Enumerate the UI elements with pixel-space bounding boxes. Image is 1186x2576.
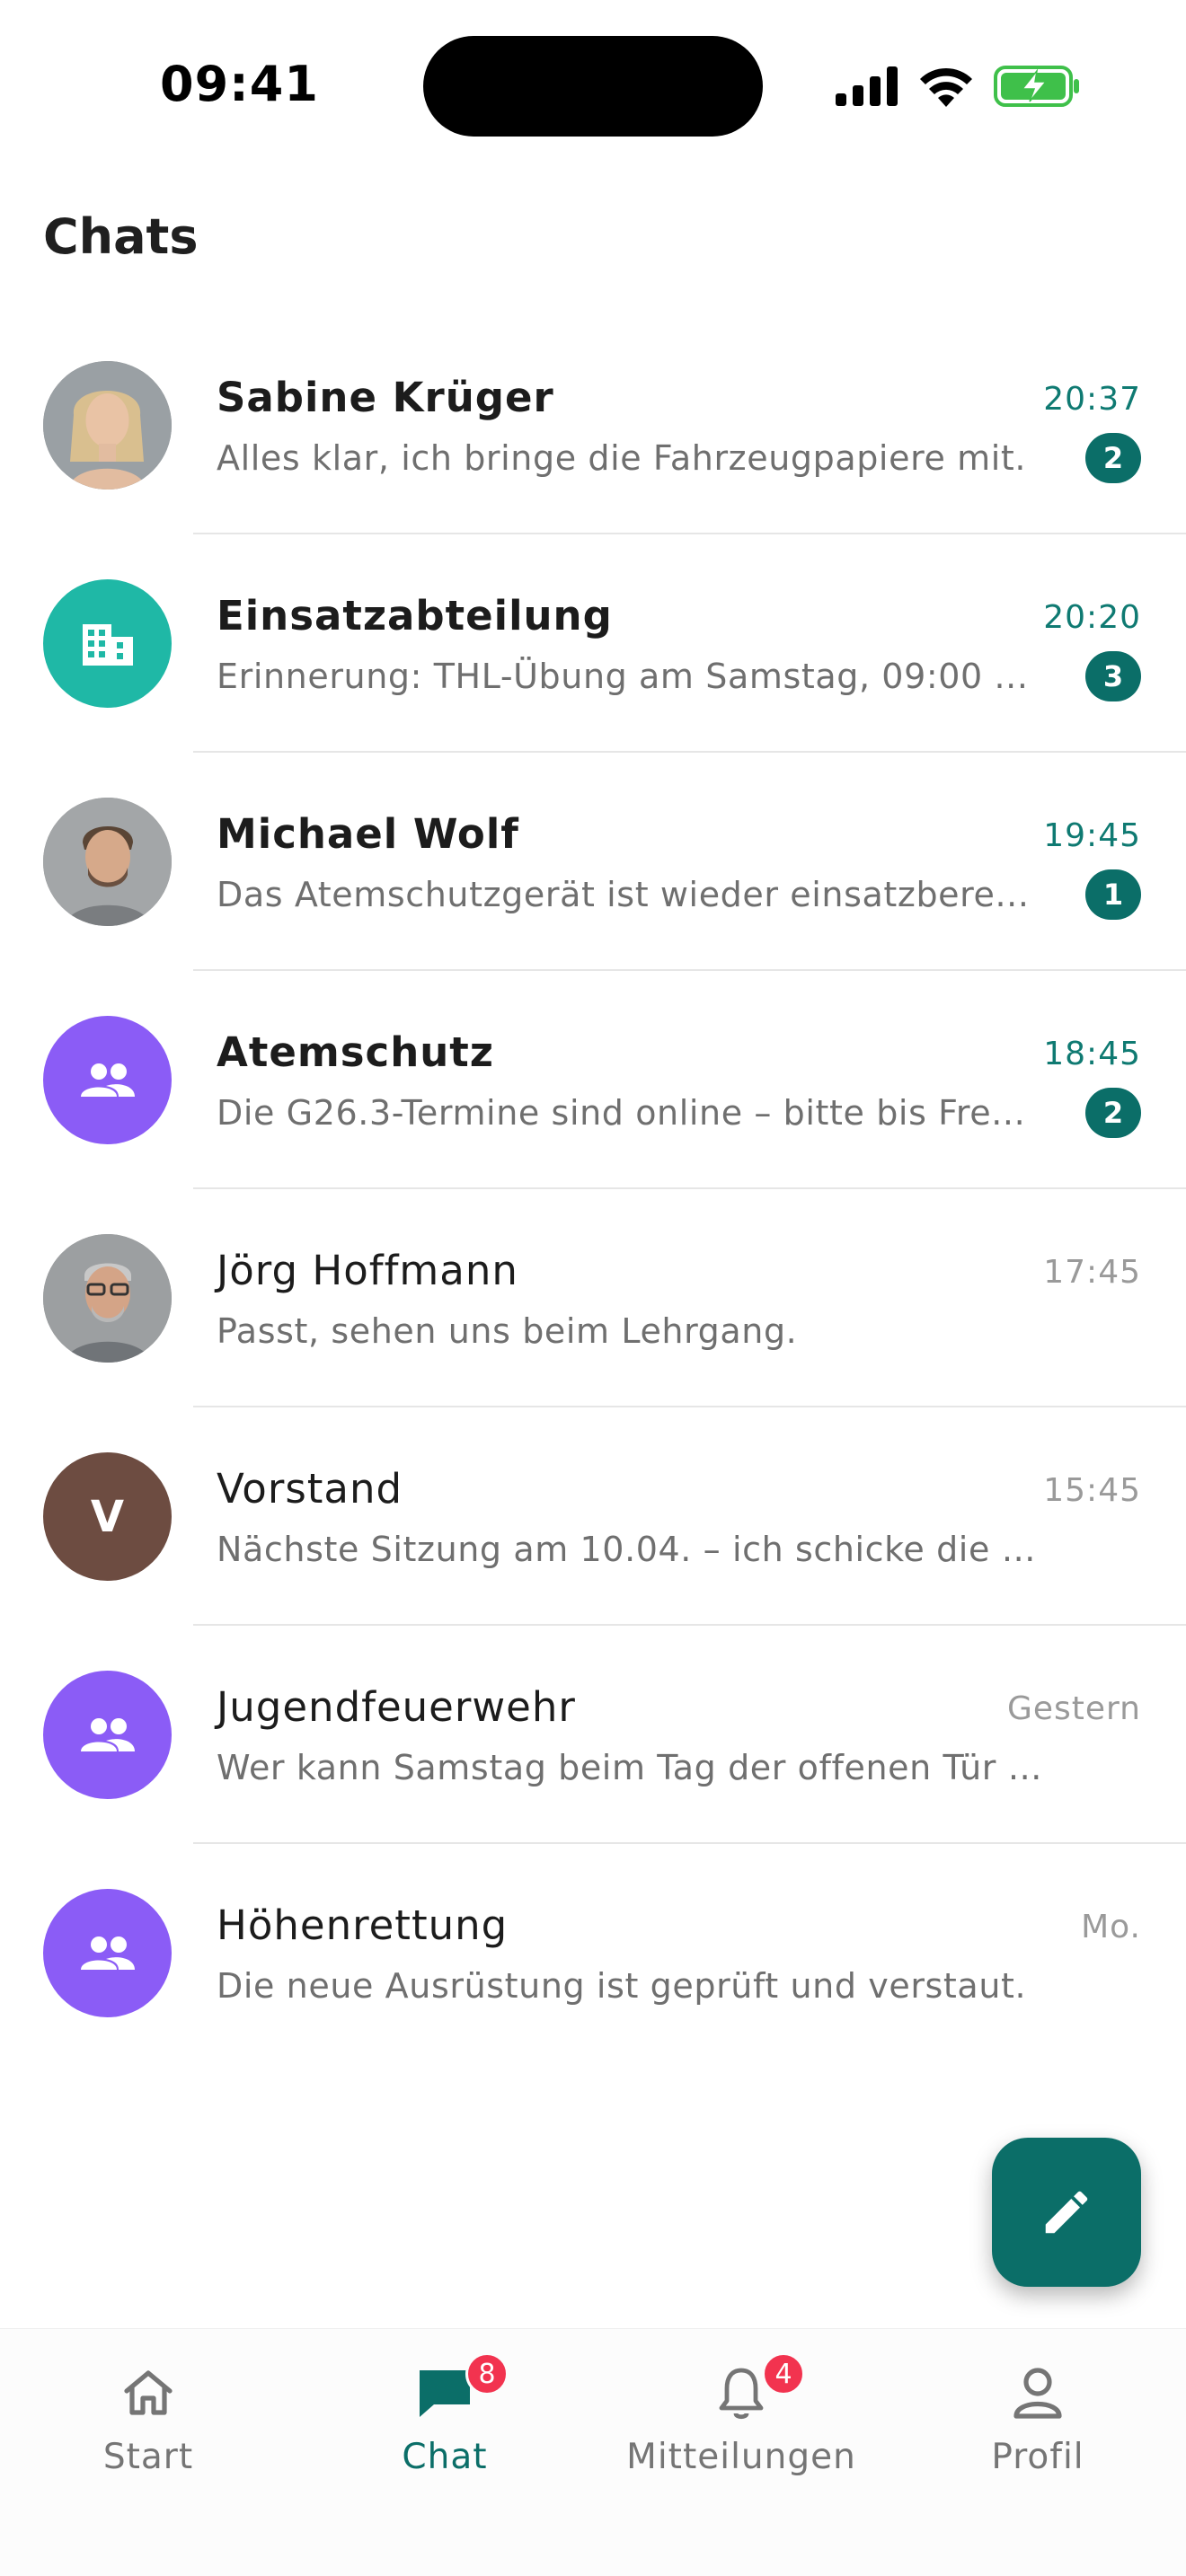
- group-icon: [80, 1717, 135, 1751]
- chat-preview: Alles klar, ich bringe die Fahrzeugpapie…: [217, 438, 1027, 478]
- chat-time: 15:45: [1043, 1472, 1141, 1509]
- chat-row-vorstand[interactable]: V Vorstand 15:45 Nächste Sitzung am 10.0…: [0, 1407, 1186, 1626]
- chat-row-hoehenrettung[interactable]: Höhenrettung Mo. Die neue Ausrüstung ist…: [0, 1844, 1186, 2062]
- chat-time: 20:37: [1043, 381, 1141, 418]
- chat-time: 20:20: [1043, 599, 1141, 636]
- chat-name: Einsatzabteilung: [217, 592, 613, 640]
- nav-badge: 8: [465, 2352, 509, 2395]
- chat-time: 18:45: [1043, 1036, 1141, 1072]
- status-time: 09:41: [160, 56, 319, 112]
- nav-item-chat[interactable]: 8 Chat: [296, 2352, 593, 2487]
- chat-preview: Die G26.3-Termine sind online – bitte bi…: [217, 1093, 1026, 1133]
- chat-row-michael-wolf[interactable]: Michael Wolf 19:45 Das Atemschutzgerät i…: [0, 753, 1186, 971]
- chat-name: Jugendfeuerwehr: [217, 1683, 576, 1731]
- chat-preview: Die neue Ausrüstung ist geprüft und vers…: [217, 1966, 1027, 2006]
- person-photo-icon: [43, 1234, 172, 1363]
- avatar: [43, 1671, 172, 1799]
- nav-label: Profil: [991, 2437, 1084, 2477]
- dynamic-island: [423, 36, 763, 137]
- nav-item-start[interactable]: Start: [0, 2352, 296, 2487]
- person-photo-icon: [43, 361, 172, 490]
- unread-badge: 2: [1085, 1088, 1141, 1138]
- chat-list: Sabine Krüger 20:37 Alles klar, ich brin…: [0, 316, 1186, 2062]
- nav-item-mitteilungen[interactable]: 4 Mitteilungen: [593, 2352, 890, 2487]
- chat-preview: Erinnerung: THL-Übung am Samstag, 09:00 …: [217, 657, 1029, 696]
- avatar: [43, 798, 172, 926]
- new-chat-button[interactable]: [992, 2138, 1141, 2287]
- chat-time: Gestern: [1006, 1690, 1141, 1727]
- bottom-nav: Start 8 Chat 4 Mitteilungen Profil: [0, 2328, 1186, 2576]
- pencil-icon: [1045, 2191, 1088, 2234]
- home-icon: [117, 2361, 180, 2424]
- avatar: [43, 1016, 172, 1144]
- status-icons: [836, 61, 1080, 111]
- wifi-icon: [920, 67, 972, 107]
- chat-icon: 8: [413, 2352, 509, 2424]
- chat-row-einsatzabteilung[interactable]: Einsatzabteilung 20:20 Erinnerung: THL-Ü…: [0, 534, 1186, 753]
- chat-time: Mo.: [1081, 1909, 1141, 1945]
- signal-icon: [836, 66, 898, 106]
- avatar: [43, 1889, 172, 2017]
- avatar: [43, 361, 172, 490]
- chat-name: Höhenrettung: [217, 1901, 509, 1949]
- chat-row-jugendfeuerwehr[interactable]: Jugendfeuerwehr Gestern Wer kann Samstag…: [0, 1626, 1186, 1844]
- chat-preview: Das Atemschutzgerät ist wieder einsatzbe…: [217, 875, 1030, 914]
- avatar: [43, 579, 172, 708]
- chat-name: Jörg Hoffmann: [217, 1247, 518, 1294]
- chat-name: Michael Wolf: [217, 810, 519, 858]
- avatar: [43, 1234, 172, 1363]
- building-icon: [82, 623, 133, 666]
- chat-name: Sabine Krüger: [217, 374, 554, 421]
- status-bar: 09:41: [0, 0, 1186, 171]
- bell-icon: 4: [710, 2352, 805, 2424]
- chat-time: 17:45: [1043, 1254, 1141, 1291]
- chats-screen: 09:41 Chats Sabine Krüger 20:37 Alles kl…: [0, 0, 1186, 2576]
- nav-label: Start: [102, 2437, 194, 2477]
- avatar-letter: V: [90, 1491, 125, 1542]
- nav-badge: 4: [762, 2352, 805, 2395]
- unread-badge: 2: [1085, 433, 1141, 483]
- chat-row-atemschutz[interactable]: Atemschutz 18:45 Die G26.3-Termine sind …: [0, 971, 1186, 1189]
- nav-label: Chat: [402, 2437, 488, 2477]
- unread-badge: 1: [1085, 869, 1141, 920]
- unread-badge: 3: [1085, 651, 1141, 701]
- chat-preview: Nächste Sitzung am 10.04. – ich schicke …: [217, 1530, 1052, 1569]
- chat-row-joerg-hoffmann[interactable]: Jörg Hoffmann 17:45 Passt, sehen uns bei…: [0, 1189, 1186, 1407]
- chat-time: 19:45: [1043, 817, 1141, 854]
- group-icon: [80, 1063, 135, 1097]
- person-photo-icon: [43, 798, 172, 926]
- chat-row-sabine-krueger[interactable]: Sabine Krüger 20:37 Alles klar, ich brin…: [0, 316, 1186, 534]
- chat-name: Vorstand: [217, 1465, 403, 1513]
- person-icon: [1006, 2361, 1069, 2424]
- chat-preview: Passt, sehen uns beim Lehrgang.: [217, 1311, 798, 1351]
- nav-item-profil[interactable]: Profil: [890, 2352, 1186, 2487]
- battery-charging-icon: [994, 66, 1079, 107]
- chat-name: Atemschutz: [217, 1028, 494, 1076]
- avatar: V: [43, 1452, 172, 1581]
- page-title: Chats: [43, 208, 199, 265]
- chat-preview: Wer kann Samstag beim Tag der offenen Tü…: [217, 1748, 1052, 1787]
- group-icon: [80, 1936, 135, 1970]
- nav-label: Mitteilungen: [626, 2437, 856, 2477]
